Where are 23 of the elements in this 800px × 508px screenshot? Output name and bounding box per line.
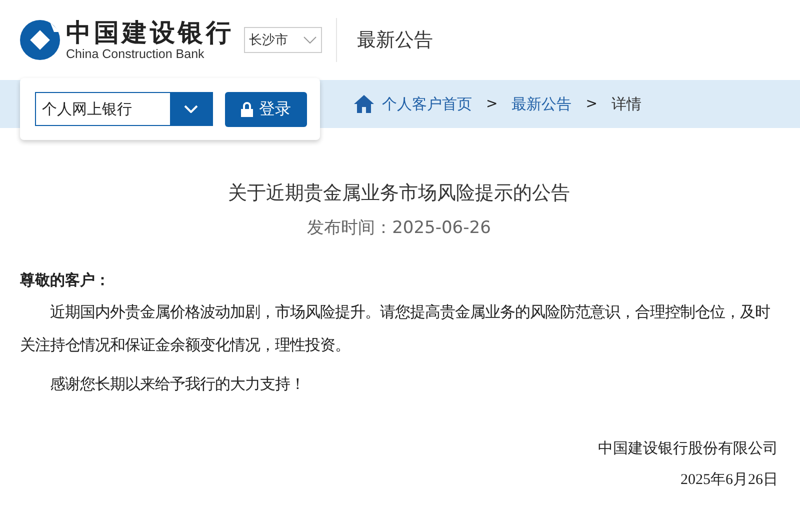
lock-icon: [241, 102, 253, 116]
breadcrumb-separator: >: [486, 96, 498, 112]
current-page-label: 详情: [611, 94, 642, 114]
channel-select[interactable]: 个人网上银行: [35, 92, 213, 126]
sign-date: 2025年6月26日: [680, 471, 778, 489]
paragraph: 近期国内外贵金属价格波动加剧，市场风险提升。请您提高贵金属业务的风险防范意识，合理控制仓位，及时关注持仓情况和保证金余额变化情况，理性投资。: [20, 303, 771, 356]
article-title: 关于近期贵金属业务市场风险提示的公告: [227, 181, 571, 206]
bank-logo-icon: [18, 18, 62, 62]
section-title: 最新公告: [357, 28, 433, 53]
city-select[interactable]: 长沙市: [244, 27, 322, 53]
paragraph: 感谢您长期以来给予我行的大力支持！: [49, 375, 306, 395]
breadcrumb-separator: >: [586, 96, 598, 112]
chevron-down-icon: [184, 105, 198, 113]
breadcrumb-link[interactable]: 个人客户首页: [382, 94, 472, 114]
bank-name: 中国建设银行: [66, 19, 234, 47]
publish-date: 发布时间：2025-06-26: [306, 217, 492, 239]
chevron-down-icon: [303, 36, 317, 44]
bank-name-english: China Construction Bank: [66, 47, 206, 61]
greeting: 尊敬的客户：: [20, 271, 111, 290]
breadcrumb-link[interactable]: 最新公告: [512, 94, 572, 114]
home-icon[interactable]: [354, 95, 374, 113]
login-button[interactable]: 登录: [225, 92, 307, 126]
signature: 中国建设银行股份有限公司: [597, 440, 778, 458]
